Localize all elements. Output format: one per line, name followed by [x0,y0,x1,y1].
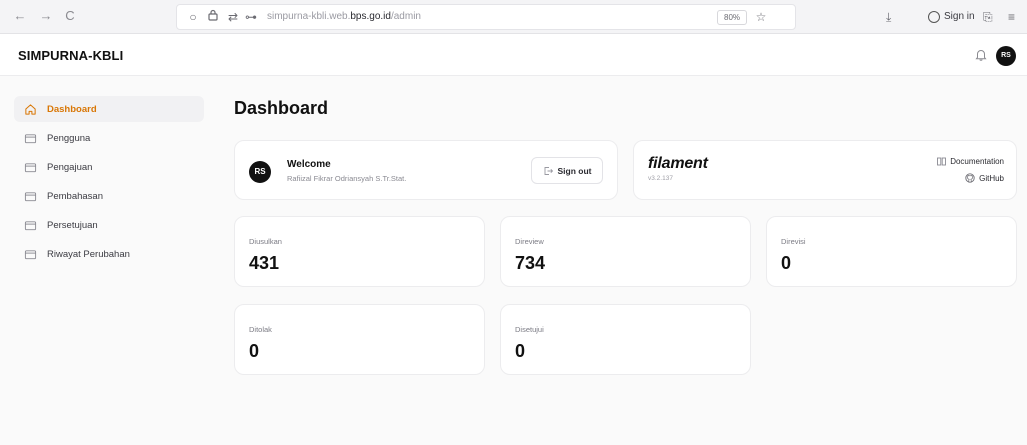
zoom-level[interactable]: 80% [717,10,748,25]
address-bar[interactable]: ○ ⇄ ⊶ simpurna-kbli.web.bps.go.id/admin … [176,4,796,30]
stat-card-diusulkan: Diusulkan 431 [234,216,485,287]
sidebar-item-label: Persetujuan [47,219,98,231]
sidebar-item-label: Pembahasan [47,190,103,202]
sidebar-item-pengajuan[interactable]: Pengajuan [14,154,204,180]
stat-card-ditolak: Ditolak 0 [234,304,485,375]
extensions-icon[interactable]: ⎘ [983,8,993,26]
stat-label: Direview [515,237,544,246]
url-domain: bps.go.id [350,11,391,22]
folder-icon [24,162,37,172]
folder-icon [24,133,37,143]
home-icon [25,103,36,115]
account-icon [928,11,940,23]
stat-label: Diusulkan [249,237,282,246]
brand-name[interactable]: SIMPURNA-KBLI [18,48,123,63]
book-icon [937,157,947,166]
bookmark-star-icon[interactable]: ☆ [753,9,769,25]
key-icon[interactable]: ⊶ [243,9,259,25]
github-link[interactable]: GitHub [965,173,1004,183]
url-text[interactable]: simpurna-kbli.web.bps.go.id/admin [267,11,421,22]
bell-icon[interactable] [974,48,988,62]
forward-arrow-icon[interactable]: → [38,8,54,24]
stat-label: Direvisi [781,237,806,246]
filament-logo: filament [648,155,708,172]
stat-label: Ditolak [249,325,272,334]
user-avatar[interactable]: RS [996,46,1016,66]
welcome-card: RS Welcome Rafiizal Fikrar Odriansyah S.… [234,140,618,200]
github-icon [965,173,975,183]
welcome-title: Welcome [287,159,331,170]
sidebar-item-pembahasan[interactable]: Pembahasan [14,183,204,209]
welcome-user-name: Rafiizal Fikrar Odriansyah S.Tr.Stat. [287,174,407,183]
browser-signin-button[interactable]: Sign in [928,7,975,27]
app-header: SIMPURNA-KBLI RS [0,34,1027,76]
back-arrow-icon[interactable]: ← [12,8,28,24]
documentation-label: Documentation [950,157,1004,166]
github-label: GitHub [979,173,1004,183]
stat-card-direview: Direview 734 [500,216,751,287]
sign-out-icon [544,166,553,175]
sidebar: Dashboard Pengguna Pengajuan Pembahasan … [14,96,204,270]
sidebar-item-pengguna[interactable]: Pengguna [14,125,204,151]
welcome-avatar: RS [249,161,271,183]
sidebar-item-label: Dashboard [47,103,97,115]
reload-icon[interactable]: C [62,8,78,24]
signin-label: Sign in [944,11,975,22]
stat-label: Disetujui [515,325,544,334]
stat-card-disetujui: Disetujui 0 [500,304,751,375]
folder-icon [24,249,37,259]
page-title: Dashboard [234,98,329,118]
sign-out-button[interactable]: Sign out [531,157,603,184]
shield-icon[interactable]: ○ [185,9,201,25]
stat-value: 0 [249,341,260,361]
url-path: /admin [390,11,421,22]
browser-toolbar: ← → C ○ ⇄ ⊶ simpurna-kbli.web.bps.go.id/… [0,0,1027,34]
folder-icon [24,191,37,201]
filament-version: v3.2.137 [648,175,673,182]
sign-out-label: Sign out [557,165,592,176]
menu-icon[interactable]: ≡ [1008,8,1015,26]
folder-icon [24,220,37,230]
filament-info-card: filament v3.2.137 Documentation GitHub [633,140,1017,200]
documentation-link[interactable]: Documentation [937,157,1004,166]
sidebar-item-dashboard[interactable]: Dashboard [14,96,204,122]
sidebar-item-persetujuan[interactable]: Persetujuan [14,212,204,238]
sidebar-item-label: Pengguna [47,132,91,144]
sidebar-item-label: Riwayat Perubahan [47,248,130,260]
sidebar-item-riwayat-perubahan[interactable]: Riwayat Perubahan [14,241,204,267]
stat-value: 431 [249,253,280,273]
permissions-icon[interactable]: ⇄ [225,9,241,25]
download-icon[interactable]: ⤓ [886,8,891,26]
url-prefix: simpurna-kbli.web. [267,11,351,22]
stat-value: 0 [781,253,792,273]
stat-card-direvisi: Direvisi 0 [766,216,1017,287]
sidebar-item-label: Pengajuan [47,161,93,173]
lock-icon[interactable] [205,9,221,25]
stat-value: 0 [515,341,526,361]
stat-value: 734 [515,253,546,273]
